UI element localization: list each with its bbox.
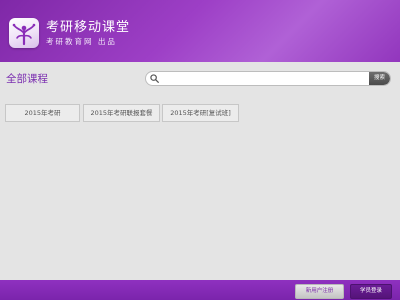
section-title: 全部课程: [6, 73, 48, 85]
search-bar: 搜索: [145, 71, 391, 86]
search-icon: [150, 74, 159, 83]
search-button[interactable]: 搜索: [369, 72, 390, 85]
course-tab-kaoyan-retest-2015[interactable]: 2015年考研[复试班]: [162, 104, 239, 122]
course-tab-kaoyan-package-2015[interactable]: 2015年考研联报套餐: [83, 104, 160, 122]
search-input[interactable]: [162, 72, 362, 85]
tree-of-knowledge-icon: [12, 23, 36, 46]
app-header: 考研移动课堂 考研教育网 出品: [0, 0, 400, 62]
login-button[interactable]: 学员登录: [350, 284, 392, 299]
app-subtitle: 考研教育网 出品: [46, 37, 117, 46]
app-logo: [9, 18, 39, 48]
register-button[interactable]: 新用户注册: [295, 284, 344, 299]
app-title: 考研移动课堂: [46, 20, 131, 35]
course-tab-kaoyan-2015[interactable]: 2015年考研: [5, 104, 80, 122]
